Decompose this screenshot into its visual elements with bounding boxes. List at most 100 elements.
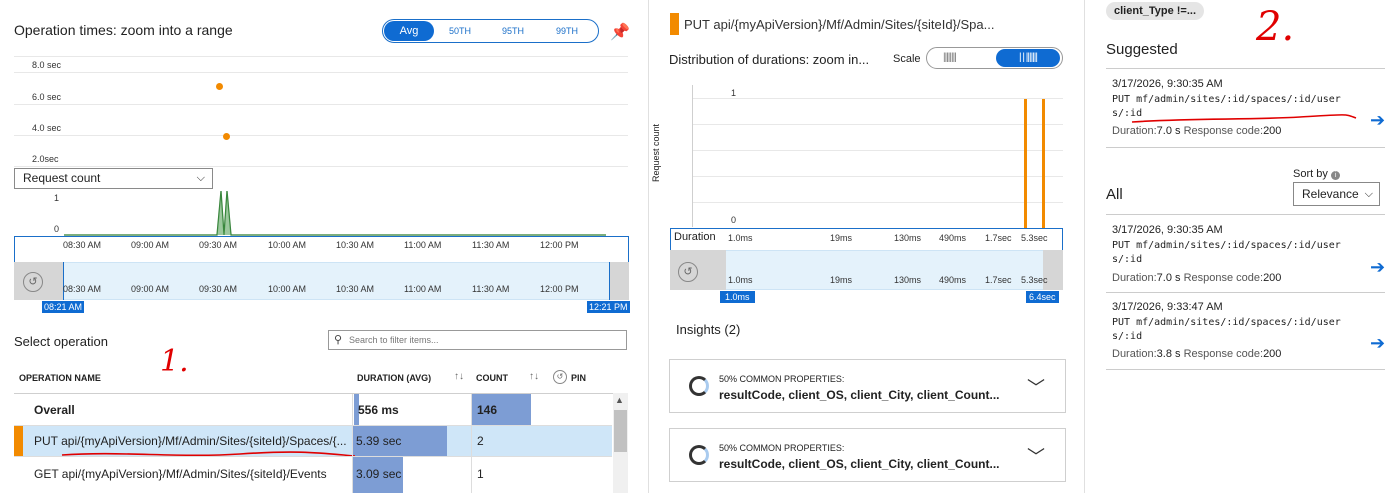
result-duration: Duration:3.8 s Response code:200 <box>1112 348 1281 360</box>
info-icon: i <box>1330 171 1340 180</box>
duration-tick-label: 19ms <box>830 233 853 243</box>
result-duration: Duration:7.0 s Response code:200 <box>1112 125 1281 137</box>
table-row[interactable]: GET api/{myApiVersion}/Mf/Admin/Sites/{s… <box>14 457 612 493</box>
col-operation-name[interactable]: OPERATION NAME <box>19 373 101 383</box>
annotation-2: 2. <box>1256 4 1295 50</box>
metric-select-value: Request count <box>23 171 101 185</box>
scroll-up-icon[interactable]: ▲ <box>615 395 624 405</box>
col-count[interactable]: COUNT <box>476 373 508 383</box>
range-brush[interactable] <box>14 262 629 300</box>
tab-95th[interactable]: 95TH <box>486 21 540 41</box>
duration-value: 3.8 s <box>1156 348 1181 360</box>
insight-card[interactable]: 50% COMMON PROPERTIES: resultCode, clien… <box>669 359 1066 413</box>
all-title: All <box>1106 186 1123 203</box>
sort-label-text: Sort by <box>1293 168 1328 180</box>
operation-name: Overall <box>34 403 75 417</box>
time-axis <box>14 236 629 262</box>
sort-icon[interactable]: ↑↓ <box>454 371 464 382</box>
spinner-icon <box>689 445 709 465</box>
time-tick-label: 08:30 AM <box>63 240 102 250</box>
time-tick-label: 10:00 AM <box>268 284 307 294</box>
response-code-value: 200 <box>1263 348 1282 360</box>
data-point[interactable] <box>216 83 223 90</box>
duration-tick-label: 1.0ms <box>728 233 753 243</box>
filter-pill[interactable]: client_Type !=... <box>1106 2 1205 20</box>
y-tick: 0 <box>731 215 737 225</box>
sort-icon[interactable]: ↑↓ <box>529 371 539 382</box>
duration-tick-label: 1.0ms <box>728 275 753 285</box>
duration-value: 5.39 sec <box>356 434 402 448</box>
duration-value: 7.0 s <box>1156 272 1181 284</box>
sort-label: Sort by i <box>1293 168 1340 180</box>
suggested-title: Suggested <box>1106 41 1178 58</box>
operation-title: PUT api/{myApiVersion}/Mf/Admin/Sites/{s… <box>684 17 995 32</box>
brush-right-handle[interactable] <box>609 262 629 300</box>
insight-card[interactable]: 50% COMMON PROPERTIES: resultCode, clien… <box>669 428 1066 482</box>
response-code-label: Response code: <box>1183 125 1264 137</box>
insight-heading: 50% COMMON PROPERTIES: <box>719 374 845 384</box>
arrow-right-icon[interactable]: ➔ <box>1370 333 1385 354</box>
operation-name: PUT api/{myApiVersion}/Mf/Admin/Sites/{s… <box>34 434 347 448</box>
time-tick-label: 11:00 AM <box>404 284 442 294</box>
chevron-down-icon: ⌵ <box>1364 188 1373 200</box>
histogram-bar[interactable] <box>1042 99 1045 228</box>
time-tick-label: 10:00 AM <box>268 240 307 250</box>
result-card[interactable]: 3/17/2026, 9:33:47 AM PUT mf/admin/sites… <box>1106 292 1385 370</box>
time-tick-label: 12:00 PM <box>540 284 579 294</box>
time-tick-label: 10:30 AM <box>336 240 375 250</box>
range-start-label: 08:21 AM <box>42 301 85 313</box>
scale-log-option[interactable]: | | ||||||| <box>996 49 1060 67</box>
table-row[interactable]: Overall 556 ms 146 <box>14 394 612 425</box>
reset-zoom-icon[interactable]: ↺ <box>678 262 698 282</box>
search-input[interactable]: ⚲ Search to filter items... <box>328 330 627 350</box>
col-duration[interactable]: DURATION (AVG) <box>357 373 431 383</box>
duration-range-start: 1.0ms <box>720 291 755 303</box>
scrollbar-thumb[interactable] <box>614 410 627 452</box>
duration-tick-label: 5.3sec <box>1021 233 1048 243</box>
histogram-bar[interactable] <box>1024 99 1027 228</box>
tab-99th[interactable]: 99TH <box>540 21 594 41</box>
time-tick-label: 09:30 AM <box>199 240 238 250</box>
tab-avg[interactable]: Avg <box>384 21 434 41</box>
y-label: 8.0 sec <box>32 60 62 70</box>
time-tick-label: 09:00 AM <box>131 240 170 250</box>
result-card[interactable]: 3/17/2026, 9:30:35 AM PUT mf/admin/sites… <box>1106 68 1385 148</box>
time-tick-label: 12:00 PM <box>540 240 579 250</box>
data-point[interactable] <box>223 133 230 140</box>
sort-select[interactable]: Relevance ⌵ <box>1293 182 1380 206</box>
annotation-underline <box>1131 114 1357 123</box>
result-url-line1: PUT mf/admin/sites/:id/spaces/:id/user <box>1112 94 1341 105</box>
duration-tick-label: 490ms <box>939 233 967 243</box>
duration-value: 556 ms <box>358 403 399 417</box>
scale-toggle: |||||||| | | ||||||| <box>926 47 1063 69</box>
duration-tick-label: 1.7sec <box>985 275 1012 285</box>
annotation-1: 1. <box>160 344 189 379</box>
duration-tick-label: 130ms <box>894 275 922 285</box>
scale-linear-option[interactable]: |||||||| <box>943 52 957 63</box>
pin-column-icon: ↺ <box>553 370 567 384</box>
chevron-down-icon[interactable]: ﹀ <box>1027 443 1045 469</box>
duration-label: Duration: <box>1112 348 1157 360</box>
col-pin[interactable]: PIN <box>571 373 586 383</box>
spinner-icon <box>689 376 709 396</box>
range-end-label: 12:21 PM <box>587 301 630 313</box>
time-tick-label: 09:30 AM <box>199 284 238 294</box>
reset-zoom-icon[interactable]: ↺ <box>23 272 43 292</box>
tab-50th[interactable]: 50TH <box>434 21 486 41</box>
selection-marker <box>14 425 23 456</box>
pin-icon[interactable]: 📌 <box>610 22 630 42</box>
arrow-right-icon[interactable]: ➔ <box>1370 110 1385 131</box>
result-url-line1: PUT mf/admin/sites/:id/spaces/:id/user <box>1112 240 1341 251</box>
result-time: 3/17/2026, 9:30:35 AM <box>1112 78 1223 90</box>
scale-label: Scale <box>893 53 921 65</box>
duration-value: 3.09 sec <box>356 467 402 481</box>
y-tick: 1 <box>731 88 737 98</box>
chevron-down-icon[interactable]: ﹀ <box>1027 374 1045 400</box>
response-code-value: 200 <box>1263 272 1282 284</box>
search-icon: ⚲ <box>334 334 343 346</box>
result-url-line1: PUT mf/admin/sites/:id/spaces/:id/user <box>1112 317 1341 328</box>
time-tick-label: 08:30 AM <box>63 284 102 294</box>
response-code-label: Response code: <box>1183 272 1264 284</box>
arrow-right-icon[interactable]: ➔ <box>1370 257 1385 278</box>
result-card[interactable]: 3/17/2026, 9:30:35 AM PUT mf/admin/sites… <box>1106 214 1385 293</box>
